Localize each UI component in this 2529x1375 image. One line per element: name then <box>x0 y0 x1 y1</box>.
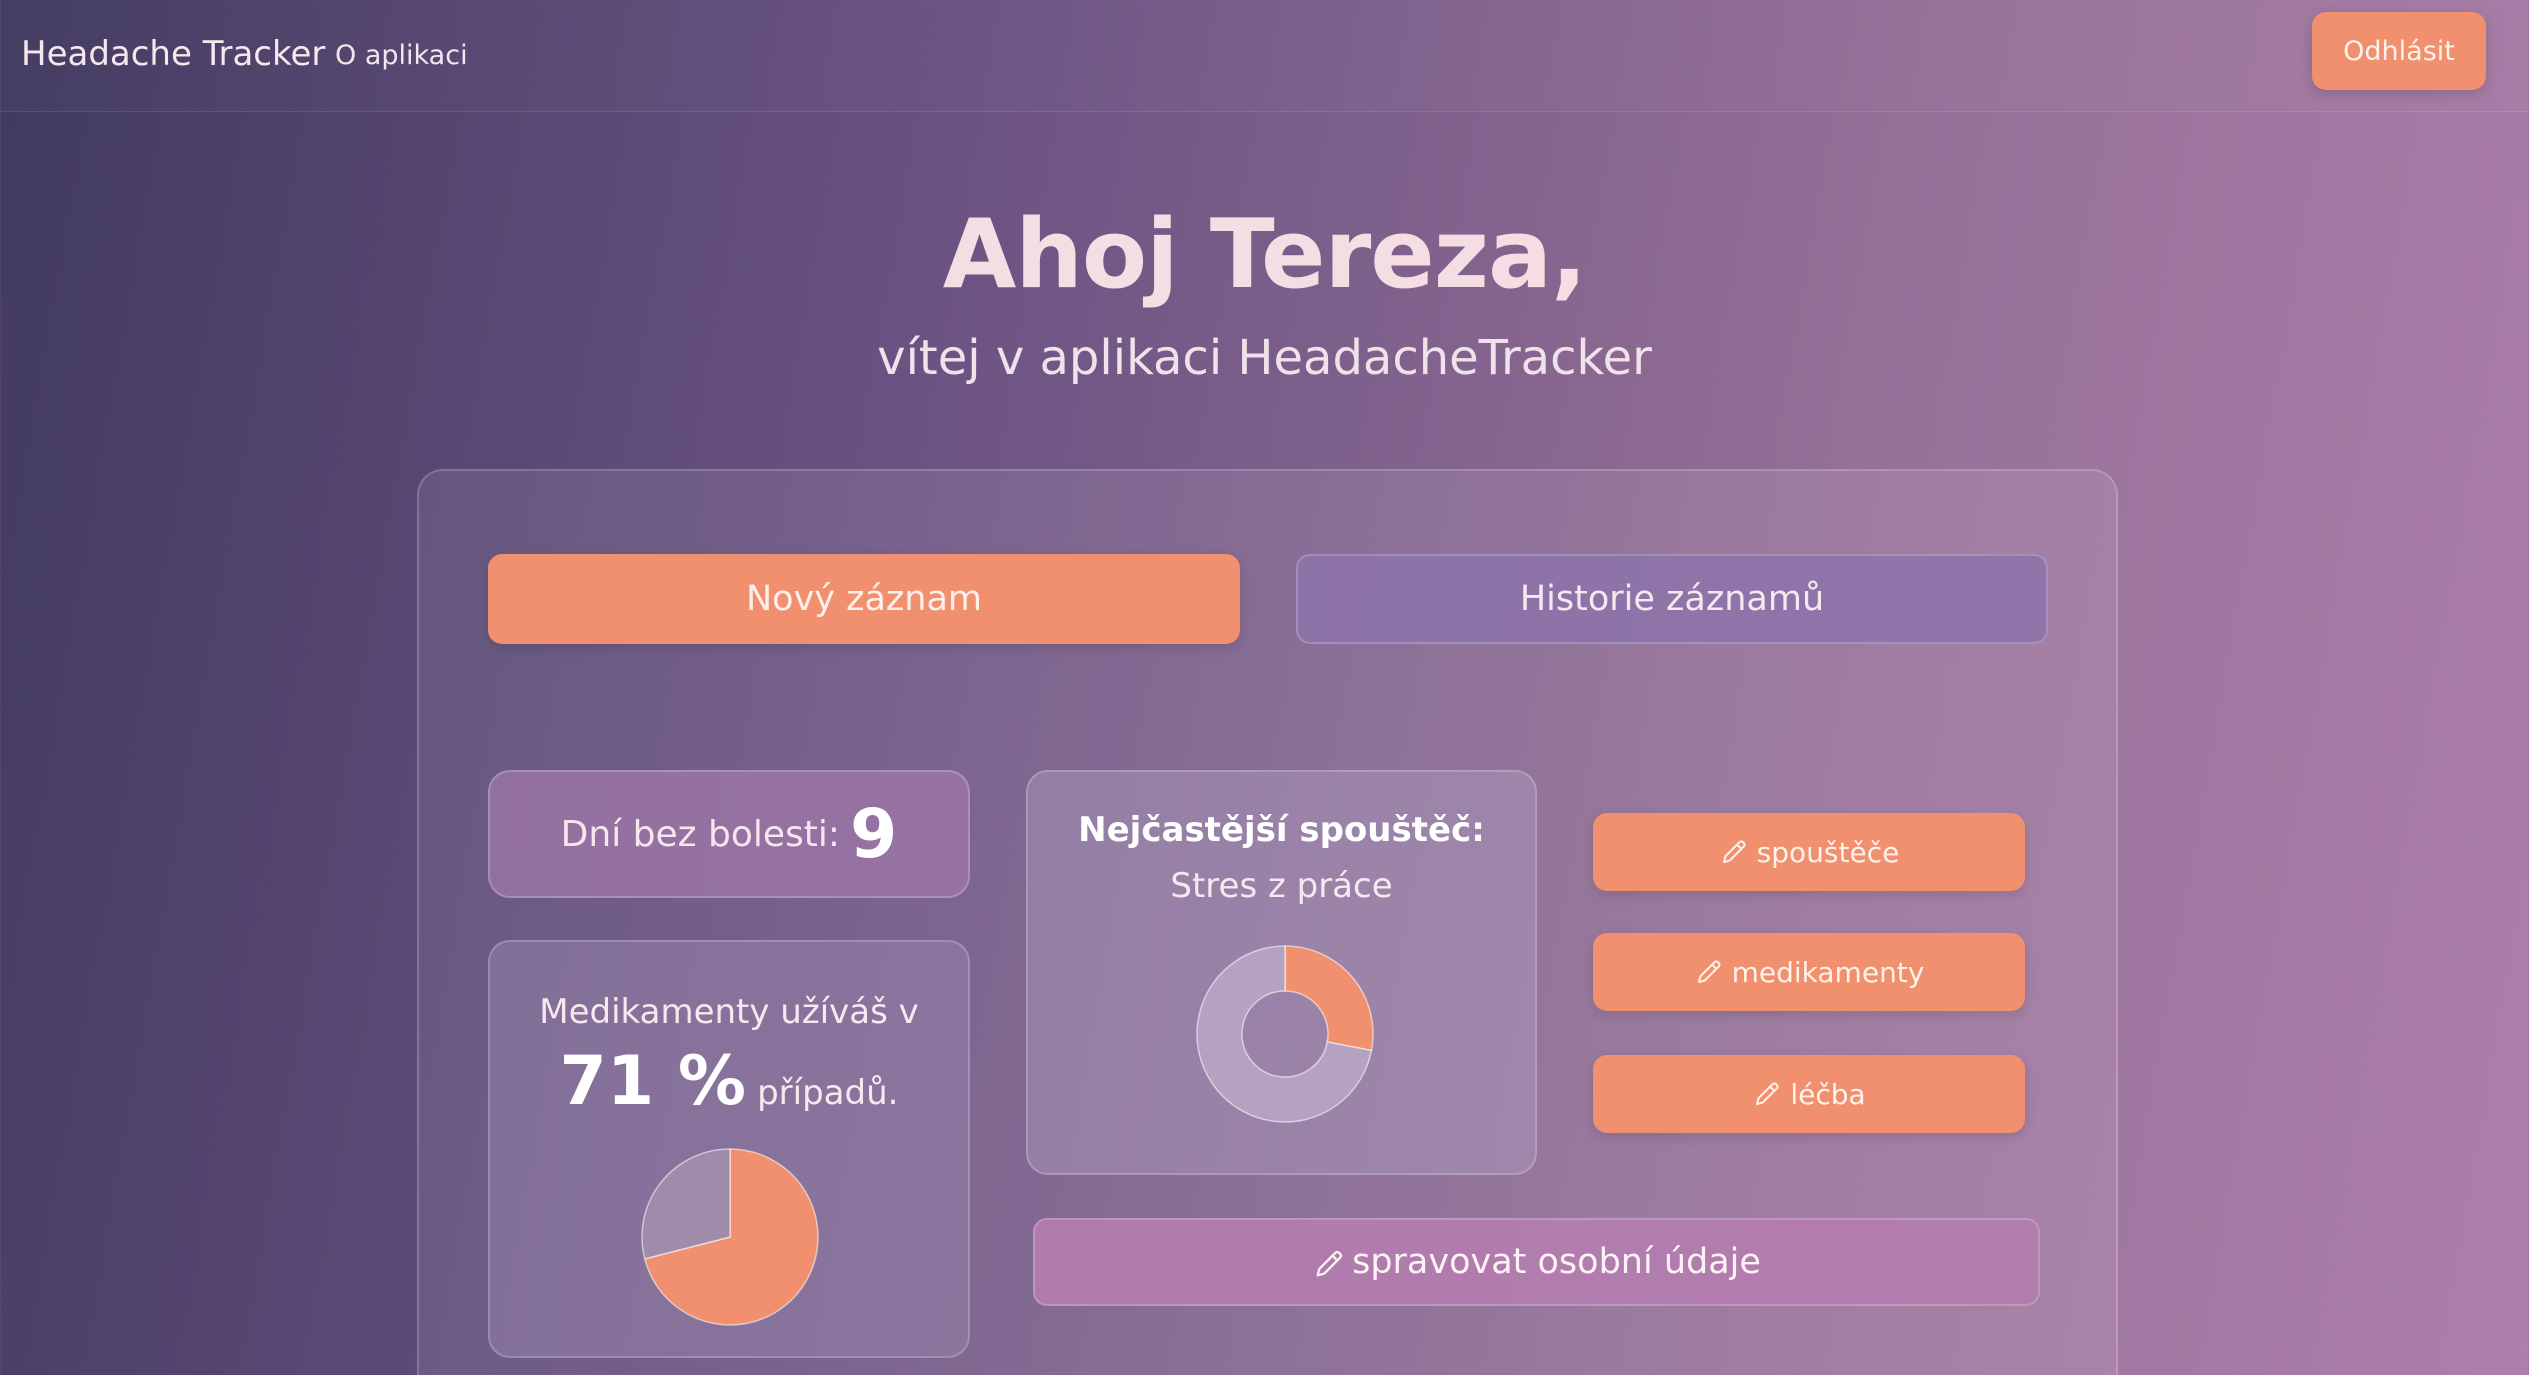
history-button[interactable]: Historie záznamů <box>1296 554 2048 644</box>
about-link[interactable]: O aplikaci <box>335 40 468 71</box>
medication-usage-percent: 71 % <box>559 1042 746 1121</box>
medication-usage-suffix: případů. <box>757 1073 899 1113</box>
trigger-donut-slice-top <box>1284 945 1374 1052</box>
top-trigger-title: Nejčastější spouštěč: <box>1078 810 1485 850</box>
medication-pie-chart <box>641 1148 819 1326</box>
brand-link[interactable]: Headache Tracker <box>21 34 325 74</box>
top-trigger-value: Stres z práce <box>1170 866 1393 906</box>
logout-button[interactable]: Odhlásit <box>2312 12 2486 90</box>
new-record-button[interactable]: Nový záznam <box>488 554 1240 644</box>
edit-medications-label: medikamenty <box>1731 955 1925 989</box>
pencil-icon <box>1752 1079 1782 1109</box>
pencil-icon <box>1312 1247 1343 1277</box>
days-without-pain-label: Dní bez bolesti: <box>560 813 841 855</box>
pencil-icon <box>1694 957 1724 987</box>
top-trigger-card: Nejčastější spouštěč: Stres z práce <box>1026 770 1537 1175</box>
edit-triggers-button[interactable]: spouštěče <box>1593 813 2025 891</box>
welcome-subtitle: vítej v aplikaci HeadacheTracker <box>877 330 1652 386</box>
edit-triggers-label: spouštěče <box>1756 835 1900 869</box>
edit-therapy-label: léčba <box>1790 1077 1866 1111</box>
medication-usage-label: Medikamenty užíváš v <box>539 992 919 1032</box>
edit-therapy-button[interactable]: léčba <box>1593 1055 2025 1133</box>
navbar: Headache Tracker O aplikaci Odhlásit <box>0 0 2529 112</box>
medication-usage-line: 71 % případů. <box>490 1042 968 1121</box>
pencil-icon <box>1719 837 1749 867</box>
medication-usage-card: Medikamenty užíváš v 71 % případů. <box>488 940 970 1358</box>
manage-personal-data-label: spravovat osobní údaje <box>1352 1242 1761 1282</box>
edit-medications-button[interactable]: medikamenty <box>1593 933 2025 1011</box>
manage-personal-data-button[interactable]: spravovat osobní údaje <box>1033 1218 2040 1306</box>
days-without-pain-card: Dní bez bolesti: 9 <box>488 770 970 898</box>
trigger-donut-chart <box>1196 945 1374 1123</box>
greeting-heading: Ahoj Tereza, <box>942 200 1587 310</box>
days-without-pain-value: 9 <box>850 794 898 874</box>
